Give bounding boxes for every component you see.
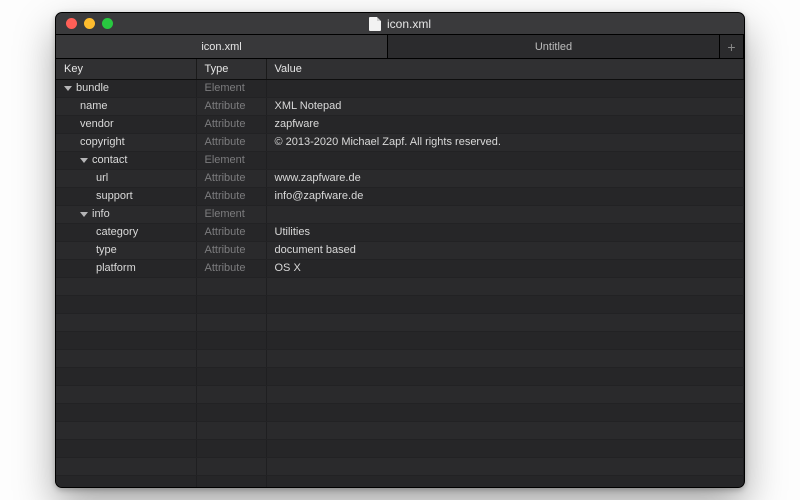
value-cell[interactable]: info@zapfware.de bbox=[266, 187, 744, 205]
type-label: Attribute bbox=[196, 223, 266, 241]
new-tab-button[interactable]: + bbox=[720, 35, 744, 58]
outline-view[interactable]: Key Type Value bundle Element name Attri… bbox=[56, 59, 744, 487]
zoom-icon[interactable] bbox=[102, 18, 113, 29]
key-label: info bbox=[92, 208, 110, 220]
row-copyright[interactable]: copyright Attribute © 2013-2020 Michael … bbox=[56, 133, 744, 151]
value-cell[interactable]: © 2013-2020 Michael Zapf. All rights res… bbox=[266, 133, 744, 151]
value-cell[interactable]: OS X bbox=[266, 259, 744, 277]
titlebar[interactable]: icon.xml bbox=[56, 13, 744, 35]
type-label: Attribute bbox=[196, 115, 266, 133]
key-label: url bbox=[96, 172, 108, 184]
document-icon bbox=[369, 17, 381, 31]
key-label: support bbox=[96, 190, 133, 202]
type-label: Element bbox=[196, 151, 266, 169]
minimize-icon[interactable] bbox=[84, 18, 95, 29]
key-label: platform bbox=[96, 262, 136, 274]
value-cell[interactable]: www.zapfware.de bbox=[266, 169, 744, 187]
key-label: bundle bbox=[76, 82, 109, 94]
row-url[interactable]: url Attribute www.zapfware.de bbox=[56, 169, 744, 187]
row-bundle[interactable]: bundle Element bbox=[56, 79, 744, 97]
row-name[interactable]: name Attribute XML Notepad bbox=[56, 97, 744, 115]
value-cell[interactable]: Utilities bbox=[266, 223, 744, 241]
row-info[interactable]: info Element bbox=[56, 205, 744, 223]
type-label: Attribute bbox=[196, 259, 266, 277]
key-label: vendor bbox=[80, 118, 114, 130]
column-header-value[interactable]: Value bbox=[266, 59, 744, 79]
column-header-type[interactable]: Type bbox=[196, 59, 266, 79]
key-label: name bbox=[80, 100, 108, 112]
value-cell[interactable]: XML Notepad bbox=[266, 97, 744, 115]
type-label: Attribute bbox=[196, 241, 266, 259]
row-platform[interactable]: platform Attribute OS X bbox=[56, 259, 744, 277]
tab-bar: icon.xml Untitled + bbox=[56, 35, 744, 59]
row-support[interactable]: support Attribute info@zapfware.de bbox=[56, 187, 744, 205]
type-label: Attribute bbox=[196, 133, 266, 151]
key-label: category bbox=[96, 226, 138, 238]
type-label: Element bbox=[196, 79, 266, 97]
type-label: Element bbox=[196, 205, 266, 223]
tab-icon-xml[interactable]: icon.xml bbox=[56, 35, 388, 58]
close-icon[interactable] bbox=[66, 18, 77, 29]
app-window: icon.xml icon.xml Untitled + Key Type Va… bbox=[55, 12, 745, 488]
row-vendor[interactable]: vendor Attribute zapfware bbox=[56, 115, 744, 133]
row-category[interactable]: category Attribute Utilities bbox=[56, 223, 744, 241]
type-label: Attribute bbox=[196, 169, 266, 187]
value-cell[interactable]: document based bbox=[266, 241, 744, 259]
chevron-down-icon[interactable] bbox=[80, 158, 88, 163]
key-label: copyright bbox=[80, 136, 125, 148]
key-label: contact bbox=[92, 154, 127, 166]
type-label: Attribute bbox=[196, 187, 266, 205]
row-contact[interactable]: contact Element bbox=[56, 151, 744, 169]
chevron-down-icon[interactable] bbox=[80, 212, 88, 217]
key-label: type bbox=[96, 244, 117, 256]
window-title: icon.xml bbox=[387, 17, 431, 31]
value-cell[interactable]: zapfware bbox=[266, 115, 744, 133]
chevron-down-icon[interactable] bbox=[64, 86, 72, 91]
tab-untitled[interactable]: Untitled bbox=[388, 35, 720, 58]
column-header-key[interactable]: Key bbox=[56, 59, 196, 79]
type-label: Attribute bbox=[196, 97, 266, 115]
row-type[interactable]: type Attribute document based bbox=[56, 241, 744, 259]
